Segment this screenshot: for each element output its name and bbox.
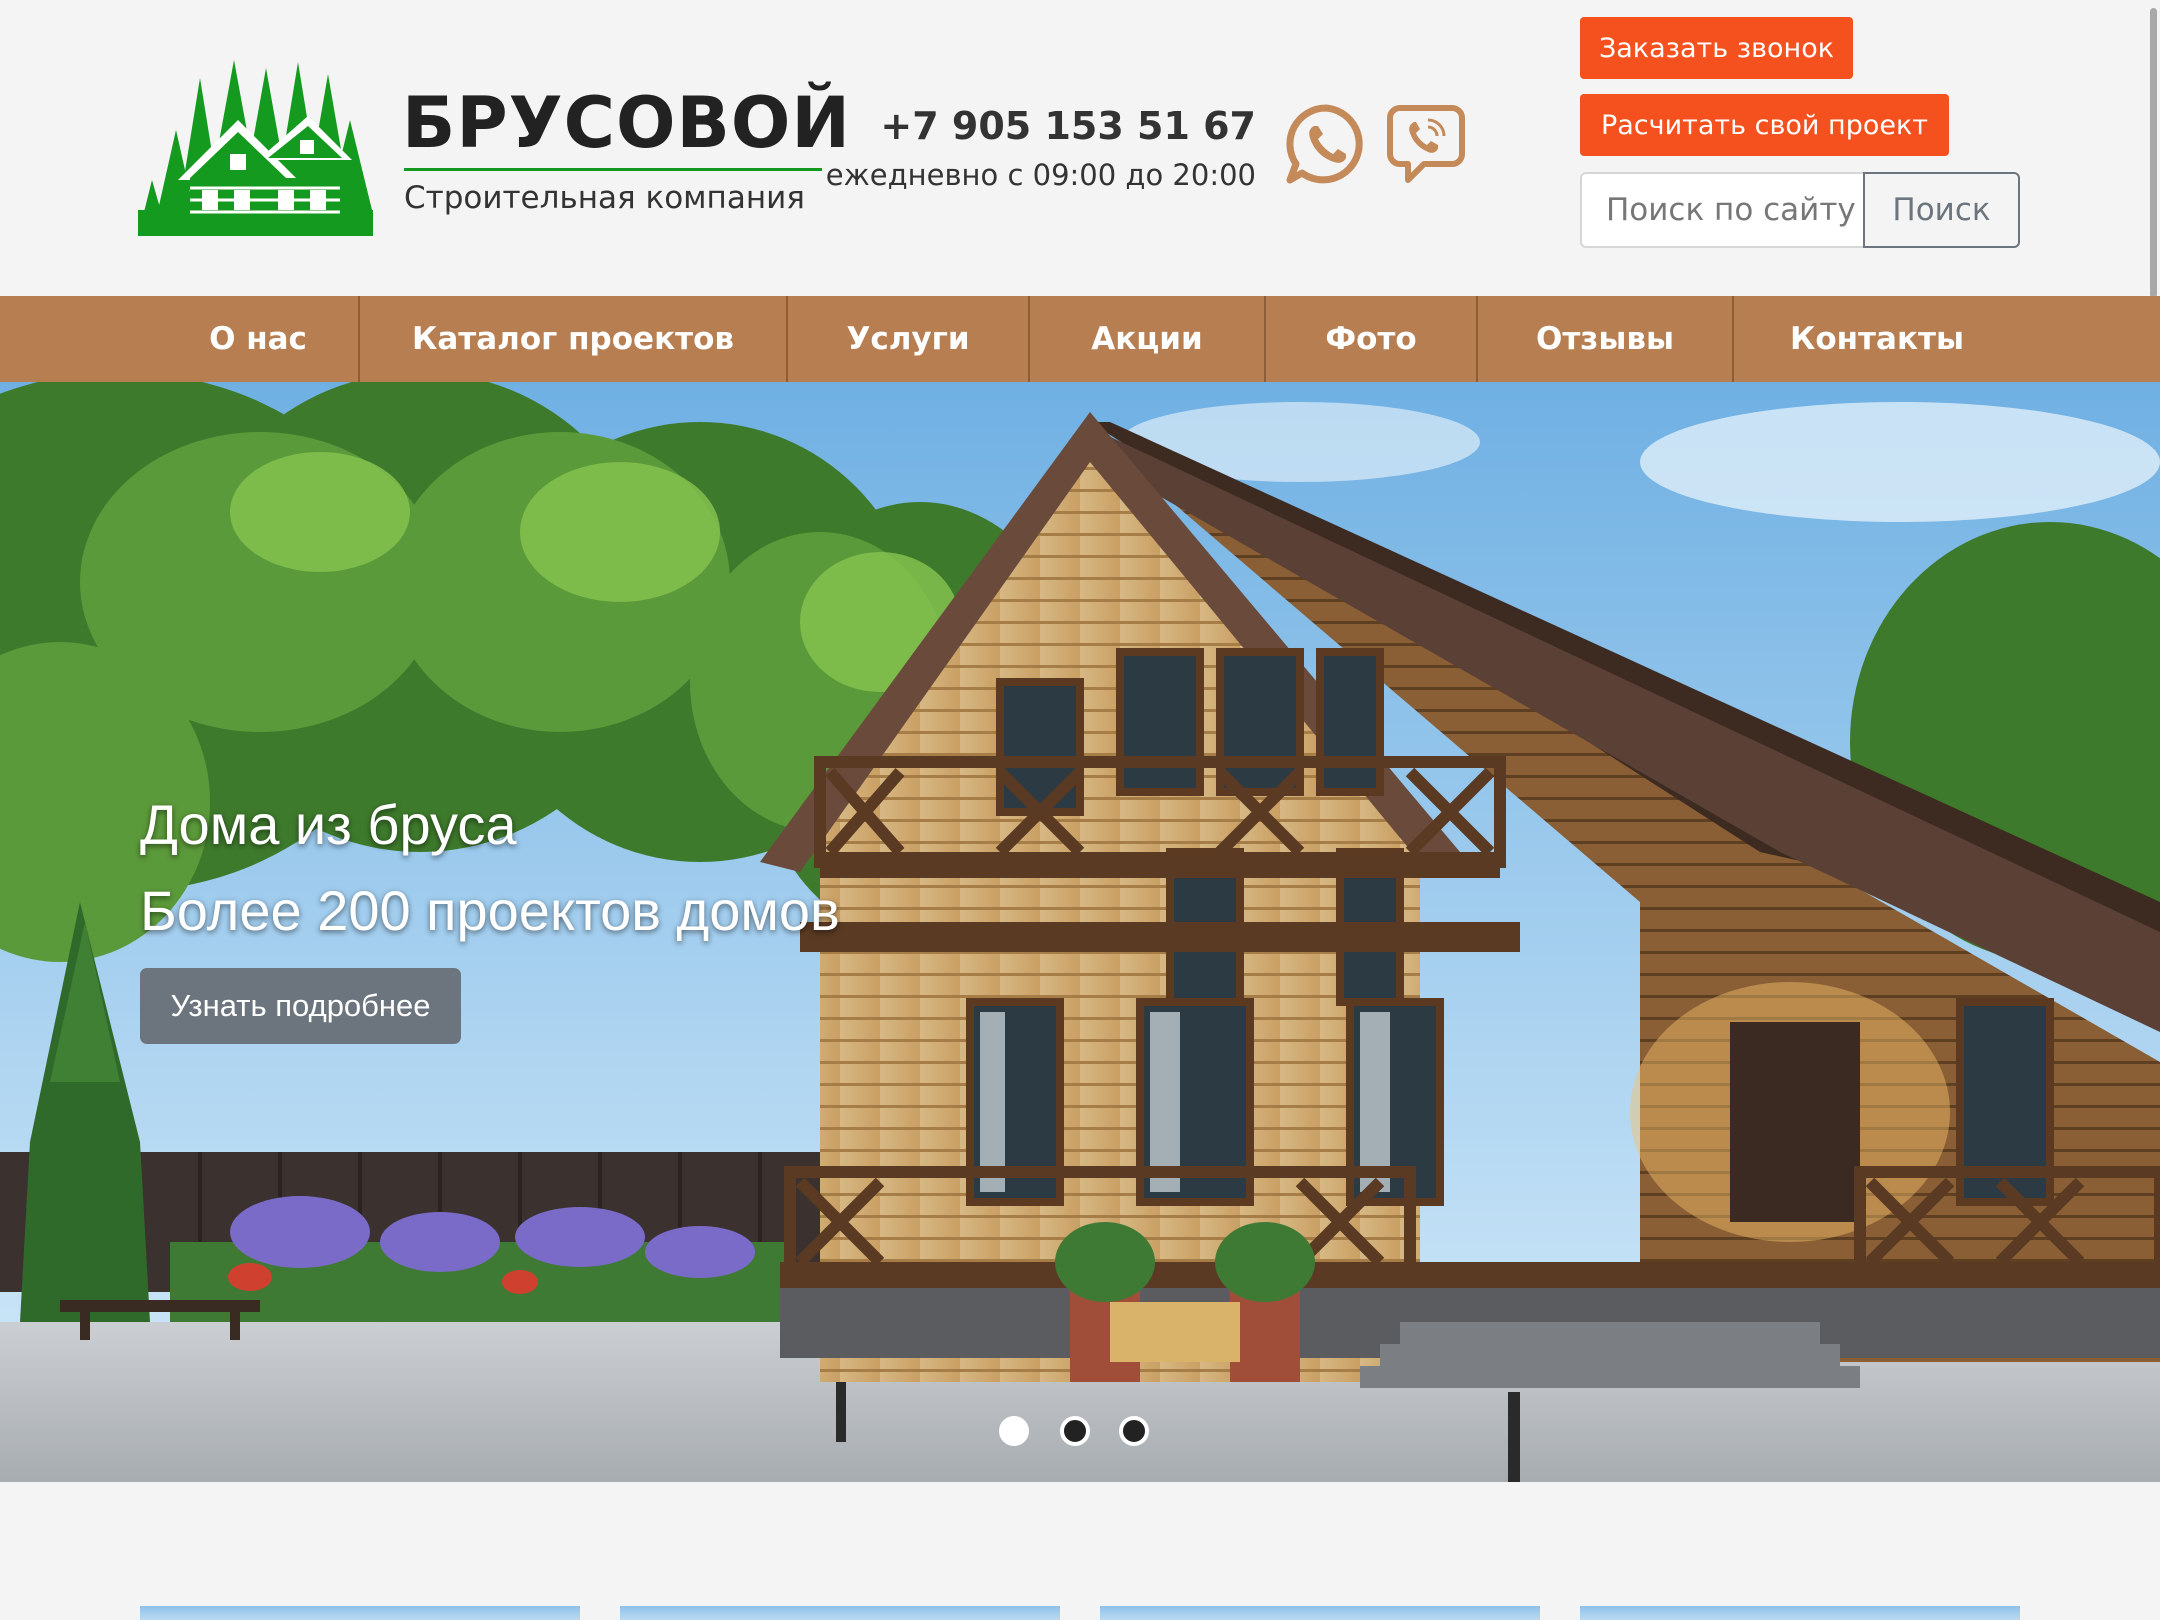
hero-title: Дома из бруса [140,793,517,856]
logo-icon[interactable] [138,60,373,236]
brand-tagline: Строительная компания [404,180,805,216]
project-card-image[interactable] [1100,1606,1540,1620]
learn-more-button[interactable]: Узнать подробнее [140,968,461,1044]
nav-item-reviews[interactable]: Отзывы [1478,296,1732,382]
project-card-image[interactable] [1580,1606,2020,1620]
search-button[interactable]: Поиск [1863,172,2020,248]
projects-section [0,1482,2160,1620]
nav-item-photo[interactable]: Фото [1266,296,1476,382]
nav-item-about[interactable]: О нас [158,296,358,382]
brand-divider [404,168,822,171]
nav-item-services[interactable]: Услуги [788,296,1028,382]
project-card-image[interactable] [140,1606,580,1620]
nav-item-catalog[interactable]: Каталог проектов [360,296,786,382]
hero-slider[interactable]: Дома из бруса Более 200 проектов домов У… [0,382,2160,1482]
project-card-image[interactable] [620,1606,1060,1620]
page-scrollbar[interactable] [2146,0,2160,300]
main-nav: О нас Каталог проектов Услуги Акции Фото… [0,296,2160,382]
hero-subtitle: Более 200 проектов домов [140,879,840,942]
slider-indicators [0,1416,2160,1446]
brand-name[interactable]: БРУСОВОЙ [402,82,851,164]
slide-dot-3[interactable] [1119,1416,1149,1446]
working-hours: ежедневно с 09:00 до 20:00 [825,158,1256,192]
nav-item-contacts[interactable]: Контакты [1734,296,2020,382]
calculate-project-button[interactable]: Расчитать свой проект [1580,94,1949,156]
nav-item-promotions[interactable]: Акции [1030,296,1264,382]
whatsapp-icon[interactable] [1284,102,1368,186]
order-call-button[interactable]: Заказать звонок [1580,17,1853,79]
site-header: БРУСОВОЙ Строительная компания +7 905 15… [0,0,2160,298]
slide-dot-2[interactable] [1060,1416,1090,1446]
viber-icon[interactable] [1384,102,1468,186]
phone-number[interactable]: +7 905 153 51 67 [880,104,1256,148]
scrollbar-thumb[interactable] [2150,8,2157,298]
search-input[interactable] [1580,172,1863,248]
slide-dot-1[interactable] [999,1416,1029,1446]
